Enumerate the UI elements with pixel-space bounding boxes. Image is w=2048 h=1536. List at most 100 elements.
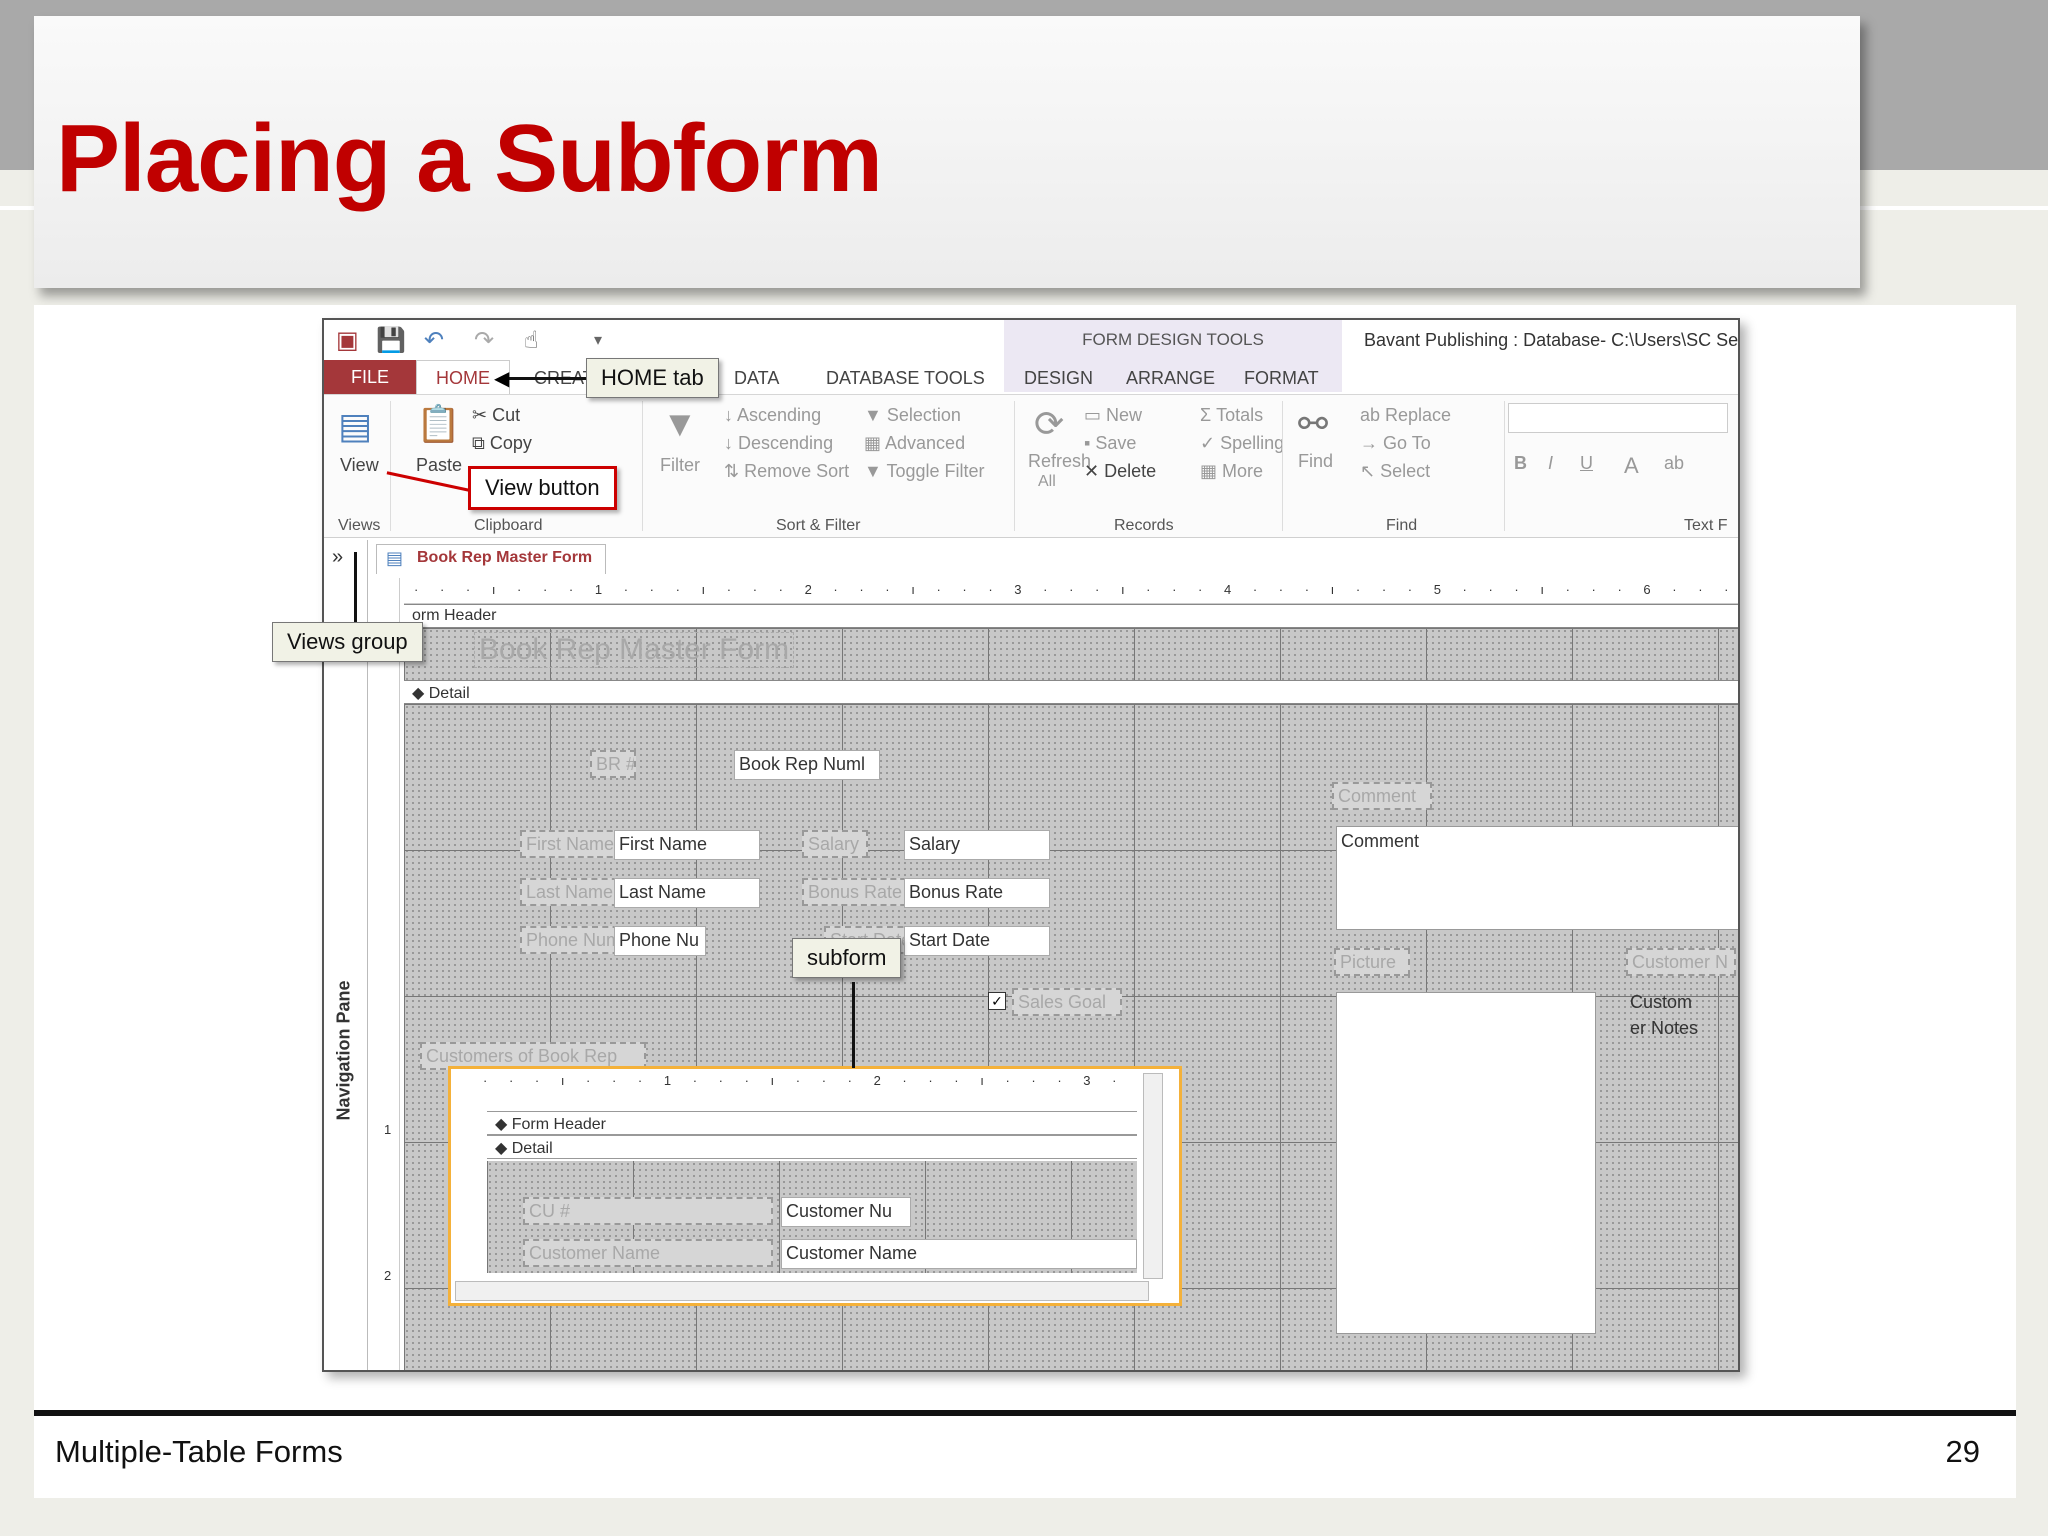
- go-to-button[interactable]: → Go To: [1360, 433, 1431, 454]
- field-last-name[interactable]: Last Name: [614, 878, 760, 908]
- subform-control[interactable]: · · · ı · · · 1 · · · ı · · · 2 · · · ı …: [448, 1066, 1182, 1306]
- group-records: Records: [1114, 517, 1174, 534]
- delete-x-icon: ✕: [1084, 461, 1105, 481]
- field-picture[interactable]: [1336, 992, 1596, 1334]
- field-customer-notes-2[interactable]: er Notes: [1630, 1018, 1698, 1039]
- descending-button[interactable]: ↓ Descending: [724, 433, 833, 454]
- more-button[interactable]: ▦ More: [1200, 461, 1263, 482]
- bold-button[interactable]: B: [1514, 453, 1527, 474]
- filter-button[interactable]: Filter: [660, 455, 700, 476]
- field-customer-notes-1[interactable]: Custom: [1630, 992, 1692, 1013]
- binoculars-icon[interactable]: ⚯: [1298, 403, 1328, 445]
- advanced-button[interactable]: ▦ Advanced: [864, 433, 965, 454]
- label-comment[interactable]: Comment: [1332, 782, 1432, 810]
- field-phone-number[interactable]: Phone Nu: [614, 926, 706, 956]
- new-record-icon: ▭: [1084, 405, 1107, 425]
- navigation-pane-label: Navigation Pane: [333, 980, 354, 1121]
- subform-detail-bar[interactable]: ◆ Detail: [487, 1135, 1137, 1159]
- save-record-button[interactable]: ▪ Save: [1084, 433, 1136, 454]
- field-book-rep-number[interactable]: Book Rep Numl: [734, 750, 880, 780]
- paste-button[interactable]: Paste: [416, 455, 462, 476]
- tab-arrange[interactable]: ARRANGE: [1126, 368, 1215, 389]
- separator: [1282, 401, 1283, 531]
- font-name-combo[interactable]: [1508, 403, 1728, 433]
- field-bonus-rate[interactable]: Bonus Rate: [904, 878, 1050, 908]
- spelling-button[interactable]: ✓ Spelling: [1200, 433, 1284, 454]
- font-color-button[interactable]: A: [1624, 453, 1639, 479]
- contextual-group-label: FORM DESIGN TOOLS: [1082, 330, 1264, 349]
- separator: [642, 401, 643, 531]
- group-sort-filter: Sort & Filter: [776, 517, 861, 534]
- label-customer-notes[interactable]: Customer N: [1626, 948, 1736, 976]
- home-tab-pointer-line: [506, 377, 588, 380]
- undo-icon[interactable]: ↶: [424, 326, 444, 355]
- delete-button[interactable]: ✕ Delete: [1084, 461, 1156, 482]
- nav-pane-toggle[interactable]: »: [332, 546, 343, 569]
- refresh-all-button[interactable]: Refresh: [1028, 451, 1091, 472]
- subform-field-customer-number[interactable]: Customer Nu: [781, 1197, 911, 1227]
- field-comment[interactable]: Comment: [1336, 826, 1738, 930]
- touch-mode-icon[interactable]: ☝: [524, 326, 539, 355]
- vruler-2: 2: [384, 1268, 392, 1283]
- subform-vertical-scrollbar[interactable]: [1143, 1073, 1163, 1279]
- collapse-icon: ◆: [412, 685, 429, 702]
- separator: [1504, 401, 1505, 531]
- subform-pointer-line: [852, 982, 855, 1068]
- find-button[interactable]: Find: [1298, 451, 1333, 472]
- customize-qat-icon[interactable]: ▾: [594, 330, 602, 350]
- label-salary[interactable]: Salary: [802, 830, 868, 858]
- field-start-date[interactable]: Start Date: [904, 926, 1050, 956]
- sigma-icon: Σ: [1200, 405, 1217, 425]
- new-record-button[interactable]: ▭ New: [1084, 405, 1142, 426]
- filter-icon[interactable]: ▼: [662, 403, 698, 445]
- collapse-icon: ◆: [495, 1140, 512, 1157]
- selection-button[interactable]: ▼ Selection: [864, 405, 961, 426]
- label-bonus-rate[interactable]: Bonus Rate: [802, 878, 916, 906]
- document-tab[interactable]: Book Rep Master Form: [376, 544, 606, 574]
- field-first-name[interactable]: First Name: [614, 830, 760, 860]
- tab-format[interactable]: FORMAT: [1244, 368, 1319, 389]
- arrow-left-icon: ◀: [494, 368, 510, 390]
- tab-design[interactable]: DESIGN: [1024, 368, 1093, 389]
- ascending-button[interactable]: ↓ Ascending: [724, 405, 821, 426]
- select-button[interactable]: ↖ Select: [1360, 461, 1430, 482]
- subform-horizontal-scrollbar[interactable]: [455, 1281, 1149, 1301]
- replace-button[interactable]: ab Replace: [1360, 405, 1451, 426]
- label-picture[interactable]: Picture: [1334, 948, 1410, 976]
- cut-button[interactable]: ✂ Cut: [472, 405, 520, 426]
- refresh-icon[interactable]: ⟳: [1034, 403, 1064, 445]
- horizontal-ruler: · · · ı · · · 1 · · · ı · · · 2 · · · ı …: [404, 578, 1738, 604]
- views-group-pointer-line: [354, 552, 357, 624]
- italic-button[interactable]: I: [1548, 453, 1553, 474]
- redo-icon[interactable]: ↷: [474, 326, 494, 355]
- sort-ascending-icon: ↓: [724, 405, 738, 425]
- copy-icon: ⧉: [472, 433, 490, 453]
- form-title-label[interactable]: Book Rep Master Form: [474, 632, 795, 668]
- separator: [390, 401, 391, 531]
- navigation-pane[interactable]: » Navigation Pane: [324, 540, 368, 1370]
- subform-header-bar[interactable]: ◆ Form Header: [487, 1111, 1137, 1135]
- totals-button[interactable]: Σ Totals: [1200, 405, 1263, 426]
- subform-label-customer-name[interactable]: Customer Name: [523, 1239, 773, 1267]
- copy-button[interactable]: ⧉ Copy: [472, 433, 532, 454]
- paste-icon[interactable]: 📋: [416, 403, 461, 445]
- label-sales-goal[interactable]: Sales Goal: [1012, 988, 1122, 1016]
- tab-database-tools[interactable]: DATABASE TOOLS: [826, 368, 985, 389]
- detail-bar[interactable]: ◆ Detail: [404, 680, 1738, 704]
- group-find: Find: [1386, 517, 1418, 534]
- label-br[interactable]: BR #: [590, 750, 636, 778]
- field-salary[interactable]: Salary: [904, 830, 1050, 860]
- remove-sort-button[interactable]: ⇅ Remove Sort: [724, 461, 849, 482]
- save-icon[interactable]: 💾: [376, 326, 406, 355]
- subform-label-cu[interactable]: CU #: [523, 1197, 773, 1225]
- view-icon[interactable]: ▤: [338, 405, 372, 447]
- sales-goal-checkbox[interactable]: ✓: [988, 992, 1006, 1010]
- label-last-name[interactable]: Last Name: [520, 878, 628, 906]
- form-header-bar[interactable]: orm Header: [404, 604, 1738, 628]
- view-button[interactable]: View: [340, 455, 379, 476]
- underline-button[interactable]: U: [1580, 453, 1593, 474]
- tab-external-data[interactable]: DATA: [734, 368, 779, 389]
- highlight-icon[interactable]: ab: [1664, 453, 1684, 474]
- toggle-filter-button[interactable]: ▼ Toggle Filter: [864, 461, 985, 482]
- subform-field-customer-name[interactable]: Customer Name: [781, 1239, 1137, 1269]
